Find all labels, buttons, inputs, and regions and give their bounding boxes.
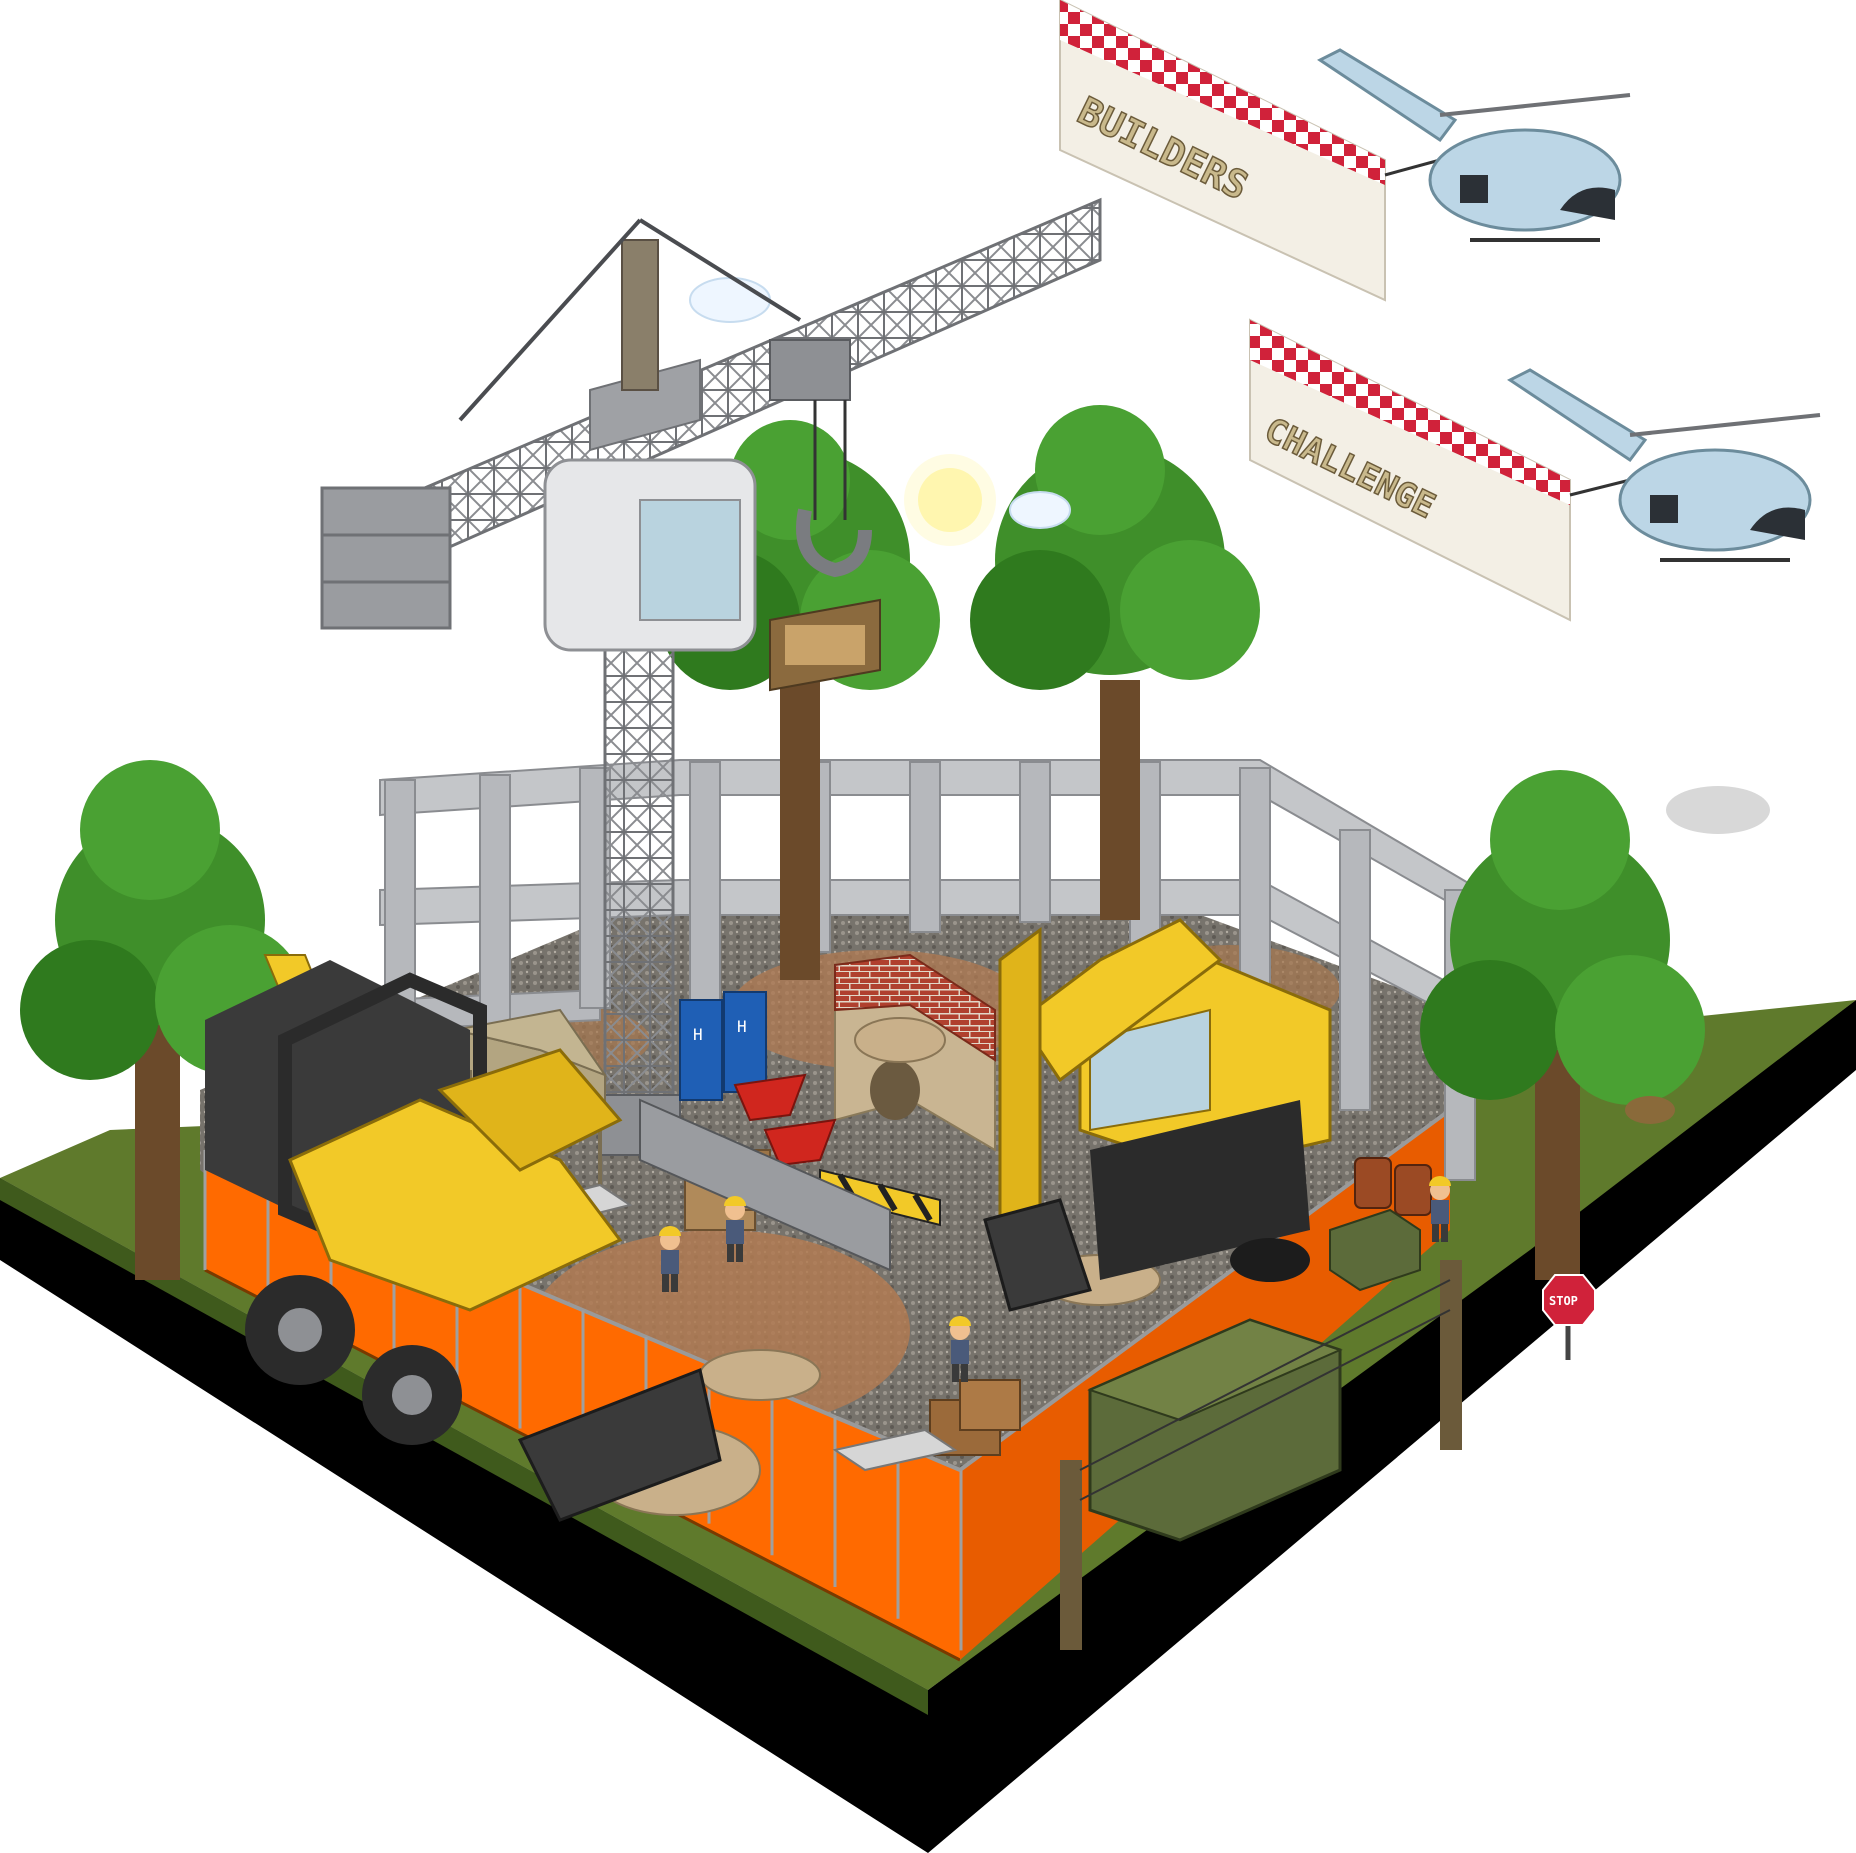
banner-builders: BUILDERS: [1059, 0, 1386, 302]
stop-sign-label: STOP: [1549, 1294, 1578, 1308]
construction-site-scene: BUILDERS CHALLENGE H H STOP: [0, 0, 1856, 1853]
sun-icon: [904, 454, 996, 546]
banner-challenge: CHALLENGE: [1249, 318, 1571, 622]
toilet-sign: H: [737, 1017, 747, 1036]
toilet-sign: H: [693, 1025, 703, 1044]
tree-back-right: [970, 405, 1260, 920]
stop-sign-icon: STOP: [1542, 1274, 1596, 1360]
